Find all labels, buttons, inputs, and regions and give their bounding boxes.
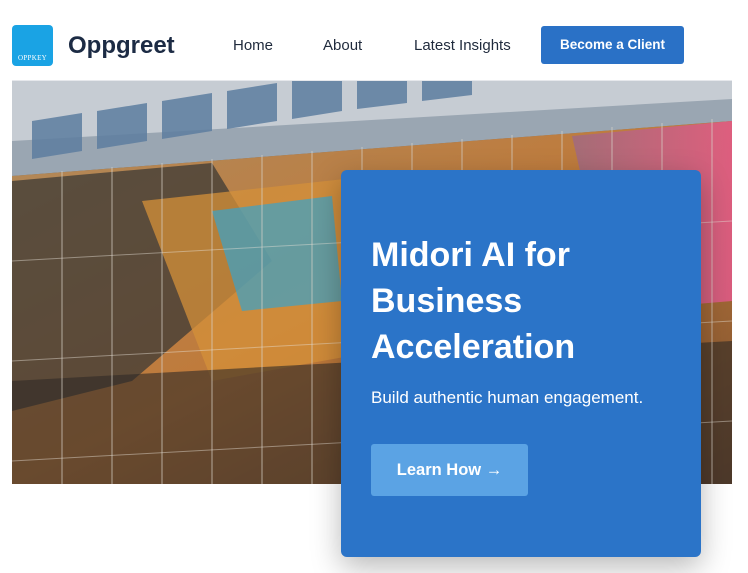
learn-how-button[interactable]: Learn How → <box>371 444 528 496</box>
become-client-button[interactable]: Become a Client <box>541 26 684 64</box>
nav-latest-insights-link[interactable]: Latest Insights <box>414 37 511 54</box>
brand-name[interactable]: Oppgreet <box>68 32 175 60</box>
logo-badge-text: OPPKEY <box>17 54 48 62</box>
hero-title: Midori AI for Business Acceleration <box>371 236 576 366</box>
hero-card: Midori AI for Business Acceleration Buil… <box>341 170 701 557</box>
nav-about-link[interactable]: About <box>323 37 362 54</box>
site-header: OPPKEY Oppgreet Home About Latest Insigh… <box>12 10 732 81</box>
nav-home-link[interactable]: Home <box>233 37 273 54</box>
logo-icon[interactable]: OPPKEY <box>12 25 53 66</box>
hero-subtitle: Build authentic human engagement. <box>371 388 644 407</box>
